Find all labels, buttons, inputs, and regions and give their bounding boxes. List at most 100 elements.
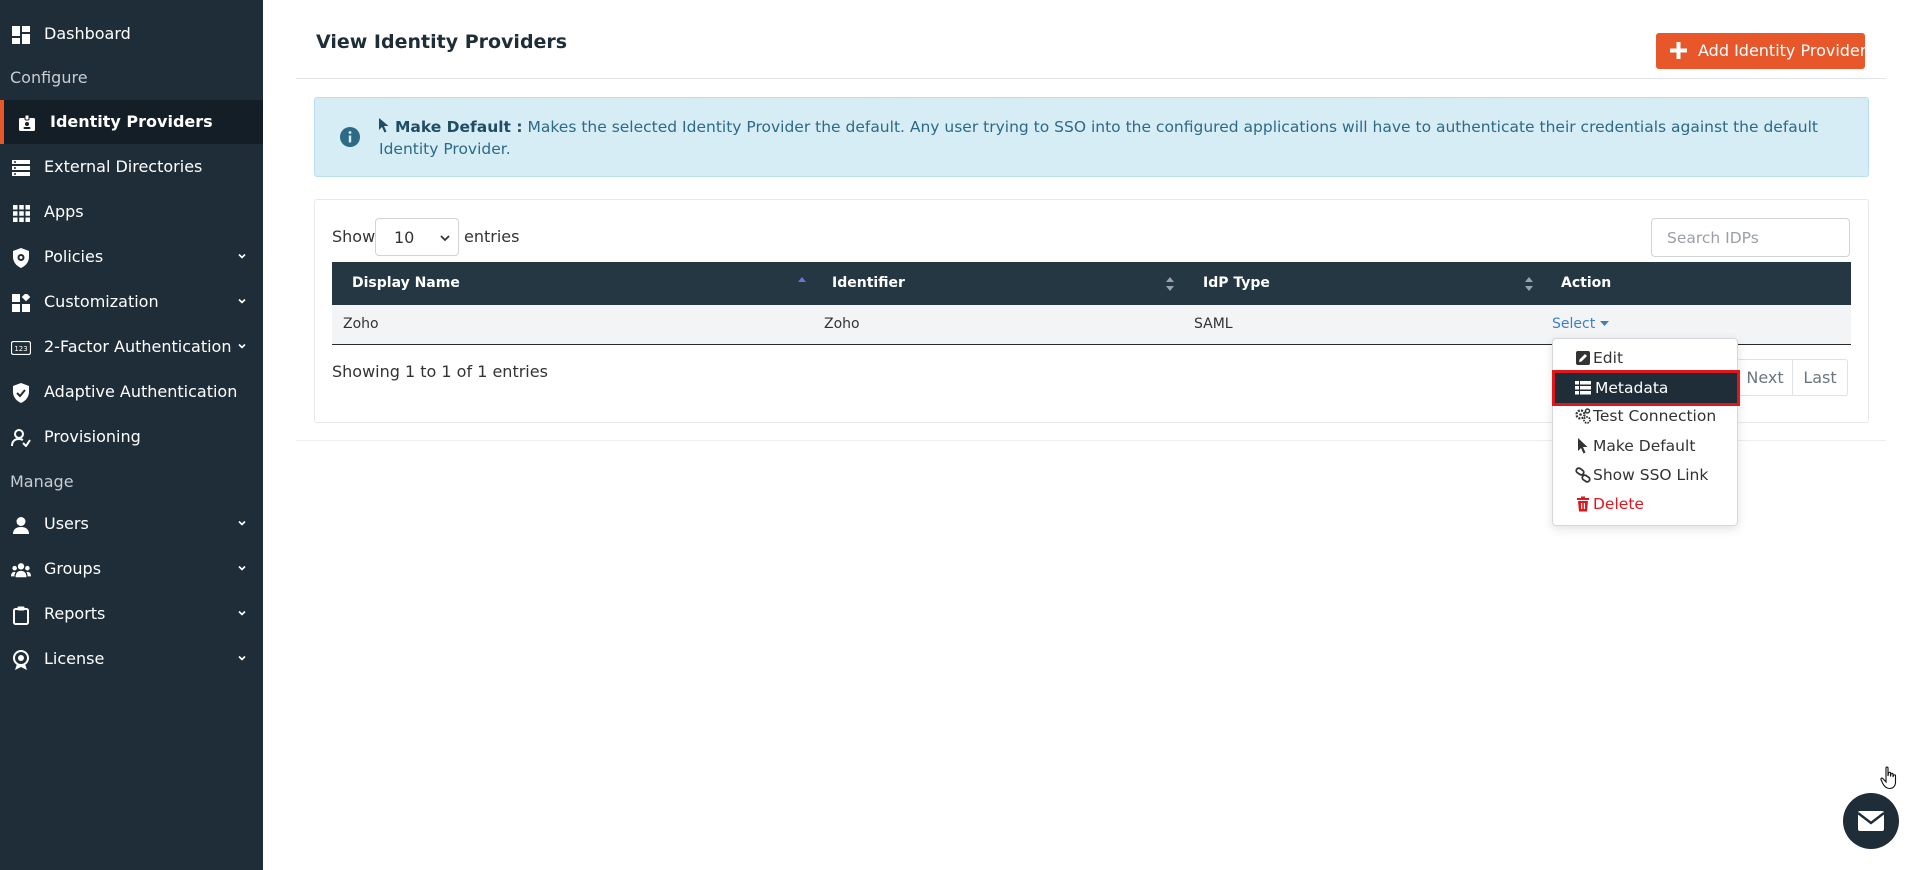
trash-icon bbox=[1577, 496, 1589, 512]
alert-title: Make Default : bbox=[394, 118, 523, 136]
groups-icon bbox=[11, 560, 31, 580]
sidebar-item-identity-providers[interactable]: Identity Providers bbox=[0, 100, 263, 144]
menu-item-make-default[interactable]: Make Default bbox=[1553, 432, 1739, 461]
add-identity-provider-button[interactable]: Add Identity Provider bbox=[1656, 33, 1867, 69]
sort-asc-icon bbox=[798, 277, 806, 282]
sidebar-item-label: Dashboard bbox=[44, 24, 131, 43]
action-select-dropdown[interactable]: Select bbox=[1552, 316, 1609, 332]
cell-display-name: Zoho bbox=[343, 316, 379, 332]
menu-item-test-connection[interactable]: Test Connection bbox=[1553, 402, 1739, 431]
sidebar-item-groups[interactable]: Groups bbox=[0, 547, 263, 591]
pointer-icon bbox=[1578, 438, 1588, 454]
menu-item-label: Edit bbox=[1593, 349, 1624, 367]
sidebar-item-customization[interactable]: Customization bbox=[0, 280, 263, 324]
hand-cursor-icon bbox=[1880, 766, 1897, 790]
alert-body: Makes the selected Identity Provider the… bbox=[379, 118, 1818, 158]
sidebar-item-policies[interactable]: Policies bbox=[0, 235, 263, 279]
chevron-down-icon bbox=[238, 520, 246, 526]
page-length-value: 10 bbox=[394, 228, 415, 247]
sidebar-item-reports[interactable]: Reports bbox=[0, 592, 263, 636]
sidebar-item-label: Users bbox=[44, 514, 89, 533]
envelope-icon bbox=[1857, 811, 1885, 831]
search-idps-input[interactable]: Search IDPs bbox=[1651, 218, 1850, 257]
sidebar-item-license[interactable]: License bbox=[0, 637, 263, 681]
pagination-next-button[interactable]: Next bbox=[1737, 359, 1792, 396]
chevron-down-icon bbox=[238, 610, 246, 616]
caret-down-icon bbox=[1599, 321, 1609, 326]
column-header-action: Action bbox=[1561, 275, 1612, 291]
table-icon bbox=[1575, 381, 1591, 395]
clipboard-icon bbox=[11, 605, 31, 625]
action-dropdown-menu: Edit Metadata Test Connection Make Defau… bbox=[1552, 338, 1740, 526]
sidebar-item-label: Apps bbox=[44, 202, 84, 221]
user-icon bbox=[11, 515, 31, 535]
alert-text: Make Default : Makes the selected Identi… bbox=[379, 116, 1819, 160]
menu-item-show-sso-link[interactable]: Show SSO Link bbox=[1553, 461, 1739, 490]
action-select-label: Select bbox=[1552, 316, 1596, 332]
page-length-select[interactable]: 10 bbox=[375, 218, 459, 256]
sidebar-item-label: External Directories bbox=[44, 157, 203, 176]
sidebar-item-apps[interactable]: Apps bbox=[0, 190, 263, 234]
search-placeholder: Search IDPs bbox=[1667, 229, 1759, 247]
section-label-configure: Configure bbox=[10, 68, 88, 87]
menu-item-delete[interactable]: Delete bbox=[1553, 490, 1739, 519]
sidebar-item-label: 2-Factor Authentication bbox=[44, 337, 232, 356]
dashboard-icon bbox=[11, 25, 31, 45]
sidebar-item-label: Reports bbox=[44, 604, 106, 623]
plus-icon bbox=[1670, 42, 1687, 59]
svg-text:123: 123 bbox=[14, 345, 27, 353]
info-circle-icon bbox=[340, 127, 360, 147]
pagination-last-button[interactable]: Last bbox=[1792, 359, 1848, 396]
menu-item-edit[interactable]: Edit bbox=[1553, 344, 1739, 373]
info-alert: Make Default : Makes the selected Identi… bbox=[314, 97, 1869, 177]
directories-icon bbox=[11, 158, 31, 178]
sidebar-item-provisioning[interactable]: Provisioning bbox=[0, 415, 263, 459]
menu-item-label: Metadata bbox=[1595, 379, 1669, 397]
chevron-down-icon bbox=[238, 655, 246, 661]
provisioning-icon bbox=[11, 428, 31, 448]
sidebar-item-external-directories[interactable]: External Directories bbox=[0, 145, 263, 189]
sidebar-item-label: Identity Providers bbox=[50, 112, 213, 131]
2fa-icon: 123 bbox=[11, 338, 31, 358]
table-info: Showing 1 to 1 of 1 entries bbox=[332, 362, 548, 381]
sidebar-item-dashboard[interactable]: Dashboard bbox=[0, 12, 263, 56]
shield-gear-icon bbox=[11, 248, 31, 268]
idp-icon bbox=[17, 113, 37, 133]
menu-item-label: Test Connection bbox=[1593, 407, 1717, 425]
gears-icon bbox=[1575, 408, 1591, 424]
chevron-down-icon bbox=[238, 298, 246, 304]
chevron-down-icon bbox=[238, 565, 246, 571]
entries-label: entries bbox=[464, 227, 520, 246]
sidebar: Dashboard Configure Identity Providers E… bbox=[0, 0, 263, 870]
chevron-down-icon bbox=[238, 253, 246, 259]
show-label: Show bbox=[332, 227, 376, 246]
sidebar-item-label: License bbox=[44, 649, 105, 668]
shield-check-icon bbox=[11, 383, 31, 403]
sidebar-item-label: Provisioning bbox=[44, 427, 141, 446]
pointer-icon bbox=[379, 118, 389, 133]
column-header-display-name[interactable]: Display Name bbox=[352, 275, 460, 291]
menu-item-label: Show SSO Link bbox=[1593, 466, 1709, 484]
chat-support-button[interactable] bbox=[1843, 793, 1899, 849]
badge-icon bbox=[11, 650, 31, 670]
add-identity-provider-label: Add Identity Provider bbox=[1698, 41, 1867, 60]
column-header-idp-type[interactable]: IdP Type bbox=[1203, 275, 1270, 291]
menu-item-metadata[interactable]: Metadata bbox=[1552, 370, 1740, 406]
sort-icon bbox=[1525, 277, 1533, 291]
customization-icon bbox=[11, 293, 31, 313]
sidebar-item-label: Groups bbox=[44, 559, 102, 578]
cell-identifier: Zoho bbox=[824, 316, 860, 332]
column-header-identifier[interactable]: Identifier bbox=[832, 275, 905, 291]
table-header: Display Name Identifier IdP Type Action bbox=[332, 262, 1851, 305]
menu-item-label: Make Default bbox=[1593, 437, 1696, 455]
divider bbox=[296, 78, 1886, 79]
menu-item-label: Delete bbox=[1593, 495, 1644, 513]
sidebar-item-users[interactable]: Users bbox=[0, 502, 263, 546]
sidebar-item-2fa[interactable]: 123 2-Factor Authentication bbox=[0, 325, 263, 369]
sidebar-item-label: Policies bbox=[44, 247, 104, 266]
sidebar-item-adaptive-authentication[interactable]: Adaptive Authentication bbox=[0, 370, 263, 414]
chevron-down-icon bbox=[238, 343, 246, 349]
section-label-manage: Manage bbox=[10, 472, 74, 491]
sidebar-item-label: Customization bbox=[44, 292, 159, 311]
apps-grid-icon bbox=[11, 203, 31, 223]
